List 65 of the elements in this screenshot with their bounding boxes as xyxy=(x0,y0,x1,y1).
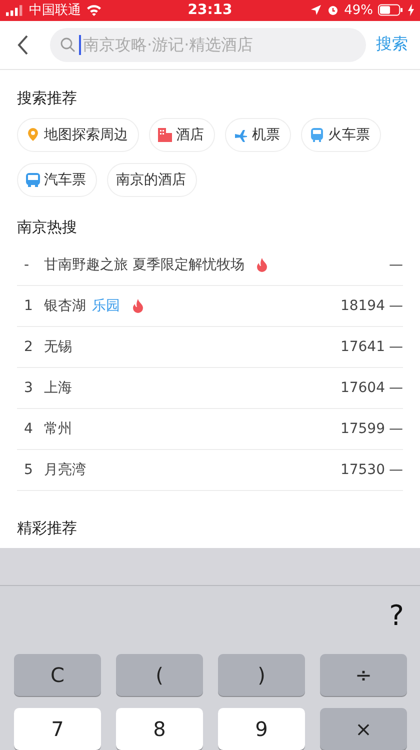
search-count: 18194 xyxy=(340,298,385,314)
trend-dash: — xyxy=(389,257,403,273)
search-icon xyxy=(60,36,76,53)
clock-time: 23:13 xyxy=(188,2,232,18)
rank-number: 4 xyxy=(23,421,34,437)
suggestion-chip[interactable]: 地图探索周边 xyxy=(17,118,139,152)
trending-row[interactable]: 1 银杏湖 乐园 18194 — xyxy=(17,286,403,327)
alarm-icon xyxy=(327,4,340,16)
keyboard-key[interactable]: 9 xyxy=(218,708,305,750)
location-arrow-icon xyxy=(310,4,322,16)
trending-title: 银杏湖 xyxy=(44,297,86,315)
train-icon xyxy=(310,128,324,142)
suggestion-chip[interactable]: 火车票 xyxy=(301,118,381,152)
suggestion-chip[interactable]: 机票 xyxy=(225,118,291,152)
trend-dash: — xyxy=(389,462,403,478)
trending-title: 上海 xyxy=(44,379,72,397)
rank-number: - xyxy=(23,257,30,273)
trending-title: 月亮湾 xyxy=(44,461,86,479)
trending-row[interactable]: 4 常州 17599 — xyxy=(17,409,403,450)
text-cursor xyxy=(79,34,81,55)
rank-number: 2 xyxy=(23,339,34,355)
charging-bolt-icon xyxy=(408,4,414,16)
rank-number: 1 xyxy=(23,298,34,314)
trending-row[interactable]: - 甘南野趣之旅 夏季限定解忧牧场 — xyxy=(17,245,403,286)
wifi-icon xyxy=(86,4,102,16)
trending-row[interactable]: 2 无锡 17641 — xyxy=(17,327,403,368)
suggestion-chip[interactable]: 汽车票 xyxy=(17,163,97,197)
trending-title: 无锡 xyxy=(44,338,72,356)
keyboard-key[interactable]: C xyxy=(14,654,101,696)
question-mark-key[interactable]: ? xyxy=(389,598,404,632)
rank-number: 3 xyxy=(23,380,34,396)
rank-number: 5 xyxy=(23,462,34,478)
keyboard-key[interactable]: ) xyxy=(218,654,305,696)
search-count: 17530 xyxy=(340,462,385,478)
keyboard-key[interactable]: ( xyxy=(116,654,203,696)
trend-dash: — xyxy=(389,421,403,437)
keyboard-key[interactable]: × xyxy=(320,708,407,750)
search-count: 17604 xyxy=(340,380,385,396)
trend-dash: — xyxy=(389,380,403,396)
section-title: 南京热搜 xyxy=(17,218,78,237)
section-title: 精彩推荐 xyxy=(17,519,78,538)
battery-percent: 49% xyxy=(344,2,374,18)
trending-row[interactable]: 3 上海 17604 — xyxy=(17,368,403,409)
building-icon xyxy=(158,128,172,142)
trend-dash: — xyxy=(389,298,403,314)
keyboard-key[interactable]: 8 xyxy=(116,708,203,750)
battery-icon xyxy=(378,4,404,16)
trending-title: 常州 xyxy=(44,420,72,438)
trend-dash: — xyxy=(389,339,403,355)
keyboard-key[interactable]: ÷ xyxy=(320,654,407,696)
signal-icon xyxy=(6,4,24,16)
carrier-name: 中国联通 xyxy=(29,2,81,20)
trending-row[interactable]: 5 月亮湾 17530 — xyxy=(17,450,403,491)
search-count: 17641 xyxy=(340,339,385,355)
search-count: 17599 xyxy=(340,421,385,437)
bus-icon xyxy=(26,173,40,187)
search-field[interactable]: 南京攻略·游记·精选酒店 xyxy=(50,28,366,62)
airplane-icon xyxy=(234,128,248,142)
trending-title: 甘南野趣之旅 夏季限定解忧牧场 xyxy=(44,256,244,274)
keyboard-key[interactable]: 7 xyxy=(14,708,101,750)
section-title: 搜索推荐 xyxy=(17,89,78,108)
map-pin-icon xyxy=(26,128,40,142)
category-tag: 乐园 xyxy=(92,297,120,315)
suggestion-chip[interactable]: 酒店 xyxy=(149,118,215,152)
suggestion-chip[interactable]: 南京的酒店 xyxy=(107,163,197,197)
